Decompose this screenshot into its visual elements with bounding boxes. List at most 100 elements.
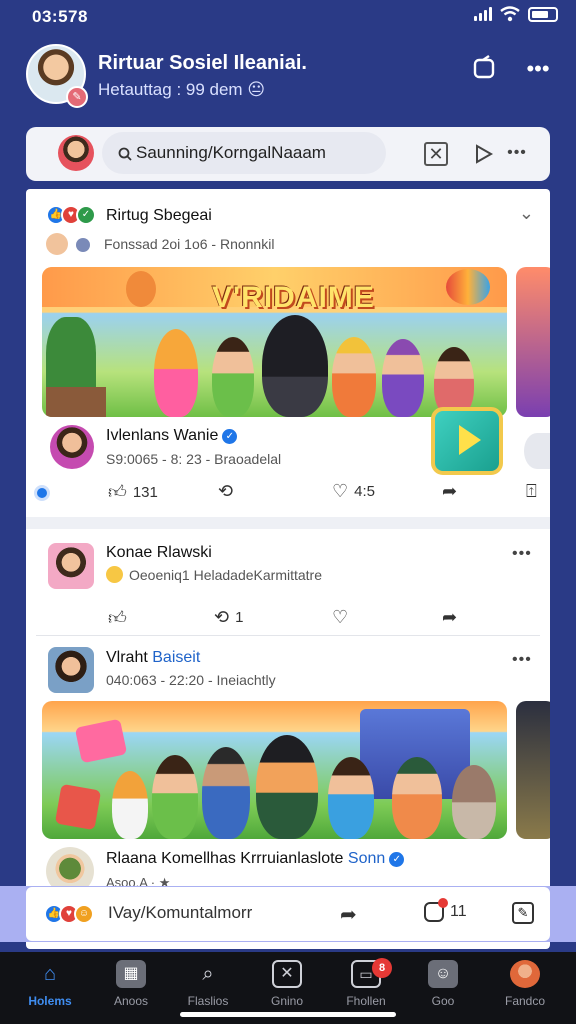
- post-mini-avatar: [46, 233, 68, 255]
- user-avatar[interactable]: [58, 135, 94, 171]
- comment-bar: [26, 887, 550, 941]
- search-more-icon[interactable]: •••: [504, 141, 530, 167]
- character: [154, 329, 198, 417]
- status-bar: 03:578: [0, 0, 576, 36]
- character: [202, 747, 250, 839]
- search-icon: ⌕: [202, 963, 214, 985]
- search-card: Saunning/KorngalNaaam ✕ •••: [26, 127, 550, 181]
- status-time: 03:578: [32, 7, 88, 26]
- more-icon: •••: [526, 56, 550, 81]
- heart-icon: ♡: [332, 607, 349, 627]
- balloon: [446, 269, 490, 305]
- post-avatar[interactable]: [48, 647, 94, 693]
- sign: [74, 718, 128, 764]
- post-more-icon[interactable]: •••: [512, 545, 532, 563]
- feed: 👍 ♥ ✓ Rirtug Sbegeai Fonssad 2oi 1o6 - Rno…: [26, 189, 550, 949]
- repost-button[interactable]: ⟲: [218, 481, 233, 502]
- character: [328, 757, 374, 839]
- post-more-icon[interactable]: •••: [512, 651, 532, 669]
- bookmark-icon: ⍐: [526, 481, 537, 501]
- reaction-icon: [34, 485, 50, 501]
- wifi-icon: [500, 6, 520, 22]
- audience-icon: [76, 238, 90, 252]
- character: [256, 735, 318, 839]
- next-image-peek[interactable]: [516, 701, 550, 839]
- divider: [26, 517, 550, 529]
- page-title: Rirtuar Sosiel Ileaniai.: [98, 52, 307, 74]
- notification-badge: 8: [372, 958, 392, 978]
- creator-name[interactable]: Ivlenlans Wanie ✓: [106, 427, 238, 445]
- play-icon[interactable]: [470, 141, 496, 167]
- box: [54, 783, 102, 831]
- post-avatar[interactable]: [48, 543, 94, 589]
- post-meta: 040:063 - 22:20 - Ineiachtly: [106, 672, 276, 688]
- creator-meta: S9:0065 - 8: 23 - Braoadelal: [106, 451, 282, 467]
- share-button[interactable]: ➦: [442, 481, 457, 502]
- emoji-icon: [106, 566, 123, 583]
- home-indicator: [180, 1012, 396, 1017]
- heart-button[interactable]: ♡ 4:5: [332, 481, 375, 502]
- compose-icon: [473, 55, 495, 79]
- scroll-peek: [524, 433, 550, 469]
- profile-icon: [510, 960, 540, 988]
- post-author[interactable]: Rirtug Sbegeai: [106, 207, 212, 225]
- post-image[interactable]: V'RIDAIME: [42, 267, 507, 417]
- character: [262, 315, 328, 417]
- reaction-icons: 👍 ♥ ☺: [44, 904, 94, 924]
- chevron-down-icon[interactable]: ⌄: [519, 203, 534, 224]
- character: [112, 771, 148, 839]
- nav-gaming[interactable]: ☺ Goo: [407, 960, 479, 1008]
- like-button[interactable]: 👍︎ 131: [108, 481, 158, 503]
- share-icon: ➦: [442, 481, 458, 501]
- share-button[interactable]: ➦: [442, 607, 457, 628]
- character: [332, 337, 376, 417]
- creator-avatar[interactable]: [50, 425, 94, 469]
- close-icon[interactable]: ✕: [424, 142, 448, 166]
- nav-profile[interactable]: Fandco: [489, 960, 561, 1008]
- character: [392, 757, 442, 839]
- post-author[interactable]: Vlraht Baiseit: [106, 649, 200, 667]
- post-author[interactable]: Konae Rlawski: [106, 544, 212, 562]
- reaction-icons: 👍 ♥ ✓: [46, 205, 96, 225]
- balloon: [126, 271, 156, 307]
- verified-icon: ✓: [222, 429, 238, 444]
- compass-icon: ✕: [272, 960, 302, 988]
- page-subtitle: Hetauttag : 99 dem 😐: [98, 80, 266, 99]
- divider: [36, 635, 540, 636]
- like-button[interactable]: 👍︎: [108, 607, 127, 629]
- play-icon: [459, 425, 481, 455]
- repost-icon: ⟲: [218, 481, 234, 501]
- more-options-button[interactable]: •••: [522, 55, 554, 83]
- nav-home[interactable]: ⌂ Holems: [14, 960, 86, 1008]
- heart-button[interactable]: ♡: [332, 607, 348, 628]
- nav-store[interactable]: ▦ Anoos: [95, 960, 167, 1008]
- nav-search[interactable]: ⌕ Flaslios: [172, 960, 244, 1008]
- edit-icon[interactable]: ✎: [512, 902, 534, 924]
- nav-explore[interactable]: ✕ Gnino: [251, 960, 323, 1008]
- search-placeholder: Saunning/KorngalNaaam: [136, 143, 326, 162]
- post-image[interactable]: [42, 701, 507, 839]
- post-actions: 👍︎ 131 ⟲ ♡ 4:5 ➦ ⍐: [26, 481, 550, 509]
- comment-input[interactable]: IVay/Komuntalmorr: [108, 903, 252, 923]
- heart-icon: ♡: [332, 481, 349, 501]
- search-icon: [118, 147, 132, 161]
- repost-button[interactable]: ⟲ 1: [214, 607, 243, 628]
- thumbs-up-icon: 👍︎: [108, 482, 127, 502]
- store-icon: ▦: [116, 960, 146, 988]
- character: [382, 339, 424, 417]
- character: [452, 765, 496, 839]
- save-button[interactable]: ⍐: [526, 481, 537, 502]
- next-image-peek[interactable]: [516, 267, 550, 417]
- image-title: V'RIDAIME: [212, 281, 375, 314]
- post-meta: Oeoeniq1 HeladadeKarmittatre: [106, 566, 322, 583]
- creator-name[interactable]: Rlaana Komellhas Krrruianlaslote Sonn ✓: [106, 850, 405, 868]
- bench: [46, 387, 106, 417]
- comments-button[interactable]: 11: [424, 898, 467, 922]
- post-meta: Fonssad 2oi 1o6 - Rnonnkil: [104, 236, 275, 252]
- status-icons: [474, 6, 558, 22]
- compose-button[interactable]: [468, 55, 500, 83]
- avatar-badge-icon: ✎: [66, 86, 88, 108]
- share-icon[interactable]: ➦: [340, 902, 357, 927]
- home-icon: ⌂: [43, 963, 57, 985]
- character: [152, 755, 198, 839]
